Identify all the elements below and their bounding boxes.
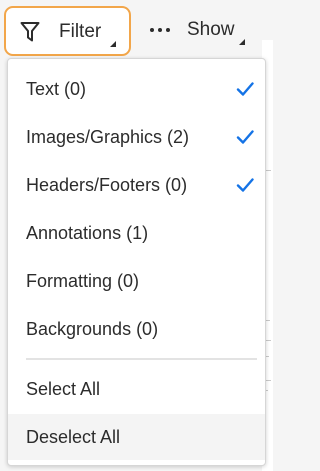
menu-item-label: Select All	[26, 379, 101, 399]
deselect-all-menu-item[interactable]: Deselect All	[8, 414, 265, 460]
checkmark-icon	[236, 178, 254, 192]
menu-separator	[26, 358, 257, 360]
menu-item-label: Backgrounds (0)	[26, 319, 159, 339]
dropdown-corner-icon	[110, 41, 116, 47]
dropdown-corner-icon	[239, 39, 245, 45]
menu-item-headers-footers[interactable]: Headers/Footers (0)	[8, 162, 265, 208]
filter-funnel-icon	[20, 22, 40, 42]
toolbar: Filter Show	[0, 0, 273, 60]
filter-button[interactable]: Filter	[4, 6, 131, 56]
menu-item-label: Deselect All	[26, 427, 121, 447]
menu-item-label: Text (0)	[26, 79, 87, 99]
menu-item-formatting[interactable]: Formatting (0)	[8, 258, 265, 304]
menu-item-annotations[interactable]: Annotations (1)	[8, 210, 265, 256]
menu-item-text[interactable]: Text (0)	[8, 66, 265, 112]
checkmark-icon	[236, 130, 254, 144]
menu-item-label: Images/Graphics (2)	[26, 127, 190, 147]
menu-item-label: Headers/Footers (0)	[26, 175, 188, 195]
filter-dropdown-menu: Text (0) Images/Graphics (2) Headers/Foo…	[7, 58, 266, 466]
menu-item-backgrounds[interactable]: Backgrounds (0)	[8, 306, 265, 352]
show-button-label: Show	[187, 19, 235, 40]
menu-item-label: Annotations (1)	[26, 223, 149, 243]
checkmark-icon	[236, 82, 254, 96]
menu-item-label: Formatting (0)	[26, 271, 140, 291]
more-horizontal-icon	[150, 28, 172, 34]
menu-item-images-graphics[interactable]: Images/Graphics (2)	[8, 114, 265, 160]
select-all-menu-item[interactable]: Select All	[8, 366, 265, 412]
filter-button-label: Filter	[59, 21, 102, 42]
show-button[interactable]: Show	[140, 6, 250, 56]
